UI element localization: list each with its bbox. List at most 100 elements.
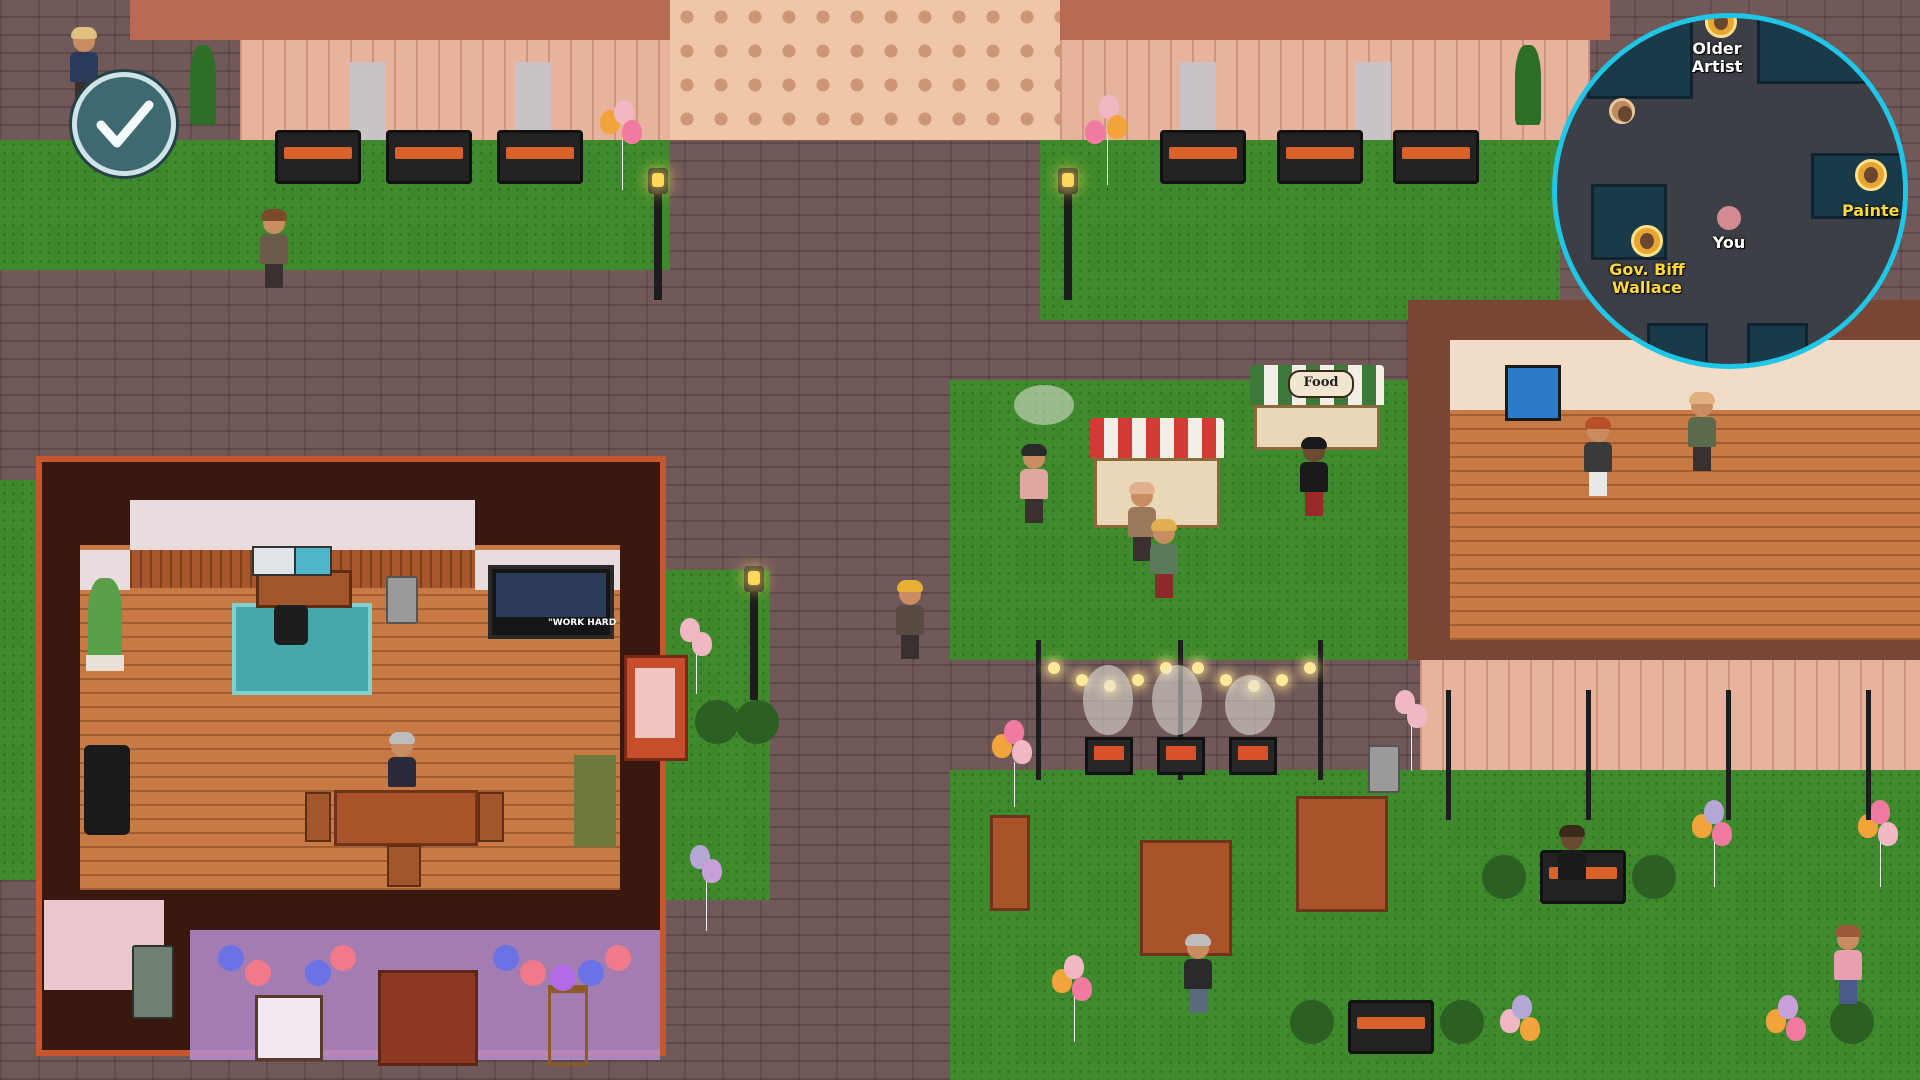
chair[interactable] xyxy=(478,792,504,842)
minimap[interactable]: Older Artist Painte Gov. Biff Wallace Yo… xyxy=(1552,13,1908,369)
minimap-player-dot xyxy=(1717,206,1741,230)
balloon-cluster xyxy=(1766,995,1810,1075)
grill[interactable] xyxy=(1229,737,1277,775)
bookshelf xyxy=(378,970,478,1066)
chair[interactable] xyxy=(305,792,331,842)
trash-can[interactable] xyxy=(386,576,418,624)
grill[interactable] xyxy=(1085,737,1133,775)
bush xyxy=(1482,855,1526,899)
computer-monitor[interactable] xyxy=(252,546,296,576)
npc-character[interactable] xyxy=(1016,444,1052,527)
bench[interactable] xyxy=(1277,130,1363,184)
bush xyxy=(1440,1000,1484,1044)
bench[interactable] xyxy=(386,130,472,184)
balloon-cluster xyxy=(1500,995,1544,1075)
fence-post xyxy=(1726,690,1731,820)
wall-tv[interactable]: "WORK HARD xyxy=(488,565,616,639)
npc-character[interactable] xyxy=(1684,392,1720,475)
minimap-npc-older-artist[interactable] xyxy=(1705,18,1737,38)
chair[interactable] xyxy=(387,845,421,887)
fairy-light xyxy=(1304,662,1316,674)
gallery-facade xyxy=(1420,660,1920,770)
steam-puff xyxy=(1014,385,1074,425)
hotdog-stall-awning xyxy=(1090,418,1224,458)
lantern xyxy=(550,965,576,991)
lamp-post xyxy=(750,590,758,700)
office-back-wall xyxy=(130,500,475,550)
trash-can[interactable] xyxy=(1368,745,1400,793)
banner-4 xyxy=(1355,62,1391,140)
lantern xyxy=(493,945,519,971)
office-door[interactable] xyxy=(624,655,688,761)
balloon-cluster xyxy=(1395,690,1435,780)
minimap-npc-painter[interactable] xyxy=(1855,159,1887,191)
balloon-cluster xyxy=(1858,800,1902,890)
computer-monitor[interactable] xyxy=(294,546,332,576)
tv-image xyxy=(496,573,606,617)
balloon-cluster xyxy=(1085,95,1135,185)
food-sign: Food xyxy=(1288,370,1354,398)
bench[interactable] xyxy=(497,130,583,184)
banner-3 xyxy=(1180,62,1216,140)
npc-character[interactable] xyxy=(1830,925,1866,1008)
string-light-pole xyxy=(1036,640,1041,780)
npc-character[interactable] xyxy=(1180,934,1216,1017)
minimap-npc-governor[interactable] xyxy=(1631,225,1663,257)
minimap-room xyxy=(1757,18,1893,84)
grill[interactable] xyxy=(1157,737,1205,775)
bush xyxy=(735,700,779,744)
bench[interactable] xyxy=(1348,1000,1434,1054)
bush xyxy=(695,700,739,744)
recycle-bin[interactable] xyxy=(132,945,174,1019)
lantern xyxy=(330,945,356,971)
fairy-light xyxy=(1192,662,1204,674)
sofa[interactable] xyxy=(84,745,130,835)
fairy-light xyxy=(1276,674,1288,686)
npc-character[interactable] xyxy=(256,209,292,292)
bench[interactable] xyxy=(275,130,361,184)
lamp-post xyxy=(1064,190,1072,300)
fence-post xyxy=(1446,690,1451,820)
plant-pot xyxy=(86,655,124,671)
lamp-post xyxy=(654,190,662,300)
player-character[interactable] xyxy=(892,580,928,663)
npc-character[interactable] xyxy=(1146,519,1182,602)
steam-puff xyxy=(1083,665,1133,735)
steam-puff xyxy=(1152,665,1202,735)
fence-post xyxy=(1586,690,1591,820)
bush xyxy=(1632,855,1676,899)
minimap-room xyxy=(1747,323,1808,364)
stool xyxy=(548,985,588,1066)
tree xyxy=(190,45,216,125)
balloon-cluster xyxy=(600,100,650,190)
task-complete-badge[interactable] xyxy=(72,72,176,176)
bench[interactable] xyxy=(1393,130,1479,184)
bush xyxy=(1290,1000,1334,1044)
fairy-light xyxy=(1048,662,1060,674)
npc-character[interactable] xyxy=(1296,437,1332,520)
side-panel xyxy=(574,755,616,847)
lantern xyxy=(245,960,271,986)
fairy-light xyxy=(1220,674,1232,686)
steam-puff xyxy=(1225,675,1275,735)
top-building-entrance xyxy=(670,0,1060,140)
npc-character[interactable] xyxy=(384,732,420,815)
balloon-cluster xyxy=(992,720,1036,810)
easel xyxy=(255,995,323,1061)
minimap-label-painter: Painte xyxy=(1842,201,1900,220)
minimap-npc-marker[interactable] xyxy=(1609,98,1635,124)
bench[interactable] xyxy=(1160,130,1246,184)
picnic-table[interactable] xyxy=(1296,796,1388,912)
banner-2 xyxy=(515,62,551,140)
gallery-painting xyxy=(1505,365,1561,421)
minimap-label-older-artist: Older Artist xyxy=(1691,39,1743,76)
npc-character[interactable] xyxy=(1580,417,1616,500)
checkmark-icon xyxy=(96,100,154,148)
banner-1 xyxy=(350,62,386,140)
fairy-light xyxy=(1132,674,1144,686)
balloon-cluster xyxy=(690,845,730,935)
balloon-cluster xyxy=(1052,955,1096,1045)
condiment-stand[interactable] xyxy=(990,815,1030,911)
npc-character[interactable] xyxy=(1554,825,1590,908)
office-chair[interactable] xyxy=(274,605,308,645)
